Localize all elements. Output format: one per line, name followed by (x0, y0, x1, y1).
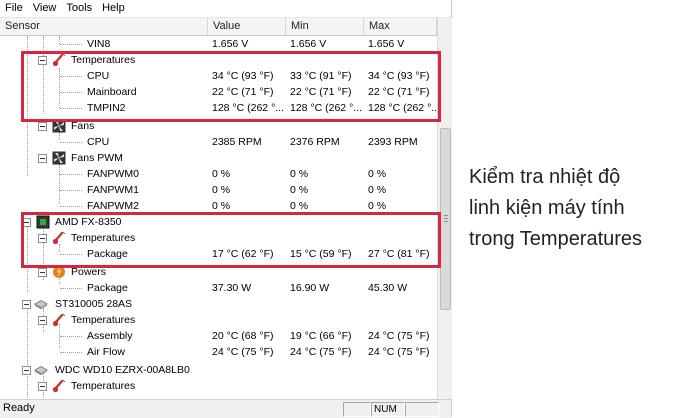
menu-file[interactable]: File (0, 0, 28, 17)
menu-view[interactable]: View (28, 0, 62, 17)
sensor-max: 1.656 V (368, 38, 405, 50)
column-header: Sensor Value Min Max (0, 18, 437, 36)
thermometer-icon (52, 313, 66, 327)
caption-line: trong Temperatures (469, 228, 643, 250)
fan-icon (52, 151, 66, 165)
group-label: Fans PWM (71, 152, 123, 164)
header-max[interactable]: Max (364, 18, 437, 35)
tree-connector (60, 336, 82, 337)
highlight-box-cpu-temperatures (21, 212, 441, 268)
tree-connector (60, 142, 82, 143)
sensor-value: 24 °C (75 °F) (212, 346, 274, 358)
sensor-max: 2393 RPM (368, 136, 418, 148)
sensor-row-fanpwm0[interactable]: FANPWM0 0 % 0 % 0 % (0, 166, 437, 182)
device-row-st310005[interactable]: ST310005 28AS (0, 296, 437, 312)
sensor-value: 0 % (212, 168, 231, 180)
tree-connector (60, 44, 82, 45)
sensor-min: 0 % (290, 168, 309, 180)
group-row-temperatures[interactable]: Temperatures (0, 378, 437, 394)
sensor-min: 0 % (290, 184, 309, 196)
group-label: Temperatures (71, 380, 136, 392)
sensor-row-airflow[interactable]: Air Flow 24 °C (75 °F) 24 °C (75 °F) 24 … (0, 344, 437, 360)
grip-line (444, 218, 448, 219)
sensor-max: 24 °C (75 °F) (368, 330, 430, 342)
tree-connector (60, 288, 82, 289)
status-num: NUM (371, 402, 405, 417)
menu-help[interactable]: Help (97, 0, 130, 17)
sensor-row-package-power[interactable]: Package 37.30 W 16.90 W 45.30 W (0, 280, 437, 296)
sensor-label: CPU (87, 136, 110, 148)
sensor-min: 1.656 V (290, 38, 327, 50)
status-panel (405, 402, 439, 417)
collapse-toggle-icon[interactable] (38, 382, 47, 391)
sensor-label: Package (87, 282, 128, 294)
grip-line (444, 221, 448, 222)
device-label: ST310005 28AS (55, 298, 133, 310)
sensor-max: 45.30 W (368, 282, 408, 294)
sensor-label: Assembly (87, 330, 133, 342)
status-bar: Ready NUM (0, 399, 451, 418)
sensor-value: 0 % (212, 184, 231, 196)
collapse-toggle-icon[interactable] (22, 366, 31, 375)
sensor-min: 2376 RPM (290, 136, 340, 148)
tree-connector (60, 174, 82, 175)
device-label: WDC WD10 EZRX-00A8LB0 (55, 364, 190, 376)
sensor-value: 37.30 W (212, 282, 252, 294)
hard-drive-icon (34, 366, 48, 376)
grip-line (444, 215, 448, 216)
tree-connector (60, 352, 82, 353)
caption-line: Kiểm tra nhiệt độ (469, 166, 621, 188)
tree-connector (60, 190, 82, 191)
sensor-label: Air Flow (87, 346, 125, 358)
sensor-min: 24 °C (75 °F) (290, 346, 352, 358)
group-row-temperatures[interactable]: Temperatures (0, 312, 437, 328)
sensor-max: 0 % (368, 184, 387, 196)
group-row-fans-pwm[interactable]: Fans PWM (0, 150, 437, 166)
sensor-row-vin8[interactable]: VIN8 1.656 V 1.656 V 1.656 V (0, 36, 437, 52)
sensor-max: 24 °C (75 °F) (368, 346, 430, 358)
collapse-toggle-icon[interactable] (22, 300, 31, 309)
sensor-value: 20 °C (68 °F) (212, 330, 274, 342)
scrollbar-thumb[interactable] (440, 128, 451, 310)
status-panel (343, 402, 371, 417)
sensor-label: FANPWM0 (87, 168, 139, 180)
sensor-label: FANPWM1 (87, 184, 139, 196)
group-label: Temperatures (71, 314, 136, 326)
thermometer-icon (52, 379, 66, 393)
highlight-box-temperatures (21, 51, 441, 122)
sensor-row-fan-cpu[interactable]: CPU 2385 RPM 2376 RPM 2393 RPM (0, 134, 437, 150)
sensor-max: 0 % (368, 168, 387, 180)
sensor-min: 19 °C (66 °F) (290, 330, 352, 342)
sensor-value: 2385 RPM (212, 136, 262, 148)
menu-tools[interactable]: Tools (61, 0, 97, 17)
device-row-wdc[interactable]: WDC WD10 EZRX-00A8LB0 (0, 362, 437, 378)
sensor-label: VIN8 (87, 38, 111, 50)
sensor-min: 16.90 W (290, 282, 330, 294)
collapse-toggle-icon[interactable] (38, 154, 47, 163)
collapse-toggle-icon[interactable] (38, 316, 47, 325)
sensor-row-fanpwm1[interactable]: FANPWM1 0 % 0 % 0 % (0, 182, 437, 198)
tree-connector (60, 206, 82, 207)
status-ready: Ready (3, 402, 35, 414)
header-sensor[interactable]: Sensor (0, 18, 208, 35)
sensor-row-assembly[interactable]: Assembly 20 °C (68 °F) 19 °C (66 °F) 24 … (0, 328, 437, 344)
header-min[interactable]: Min (286, 18, 364, 35)
header-value[interactable]: Value (208, 18, 286, 35)
collapse-toggle-icon[interactable] (38, 268, 47, 277)
caption-text: Kiểm tra nhiệt độ linh kiện máy tính tro… (469, 162, 642, 255)
sensor-value: 1.656 V (212, 38, 249, 50)
hard-drive-icon (34, 300, 48, 310)
caption-line: linh kiện máy tính (469, 197, 625, 219)
collapse-toggle-icon[interactable] (38, 122, 47, 131)
menu-bar: File View Tools Help (0, 0, 451, 18)
